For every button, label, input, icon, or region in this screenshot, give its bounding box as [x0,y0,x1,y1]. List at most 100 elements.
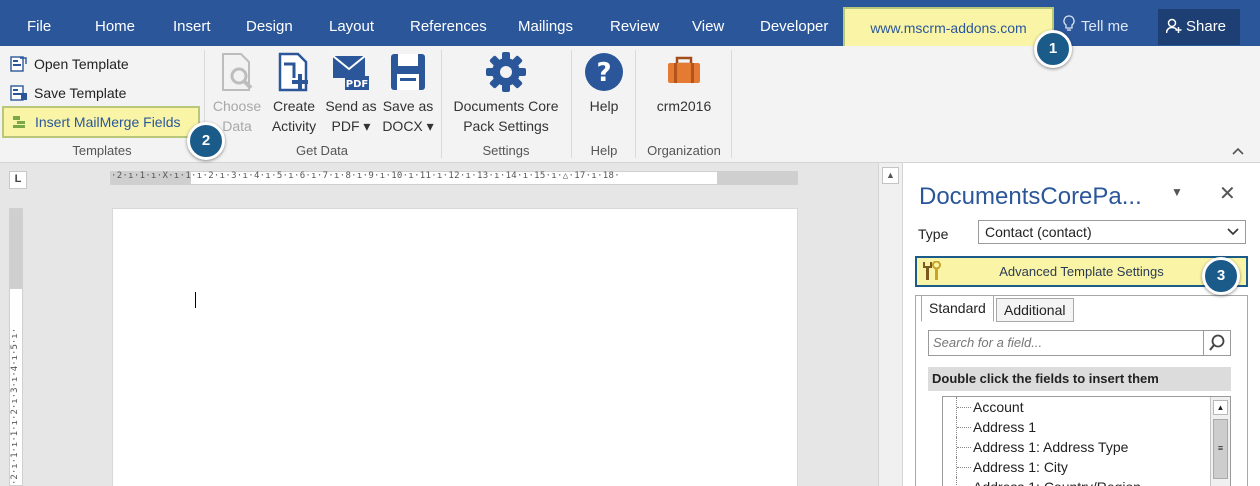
chevron-down-icon [1227,221,1239,250]
document-page[interactable] [112,208,798,486]
choose-data-label-1: Choose [212,98,262,114]
tab-mailings[interactable]: Mailings [518,0,573,46]
open-template-button[interactable]: Open Template [10,52,129,76]
insert-fields-icon [13,116,25,128]
tab-standard[interactable]: Standard [921,295,994,322]
tree-item[interactable]: Address 1: City [943,457,1230,477]
create-activity-button[interactable]: Create Activity [266,50,322,136]
open-template-icon [10,56,27,72]
tab-view[interactable]: View [692,0,724,46]
callout-badge-2: 2 [187,122,225,160]
save-as-docx-label-1: Save as [382,98,434,114]
tab-home[interactable]: Home [95,0,135,46]
tab-layout[interactable]: Layout [329,0,374,46]
advanced-template-settings-button[interactable]: Advanced Template Settings [915,256,1248,287]
create-activity-label-1: Create [272,98,316,114]
horizontal-ruler-ticks: ·2·ı·1·ı·X·ı·1·ı·2·ı·3·ı·4·ı·5·ı·6·ı·7·ı… [111,171,620,181]
send-as-pdf-label-1: Send as [325,98,377,114]
vertical-ruler[interactable]: ·2·ı·1·ı·1·ı·2·ı·3·ı·4·ı·5·ı· [9,208,23,486]
crm2016-label: crm2016 [656,98,712,114]
gear-icon [486,52,526,92]
group-label-settings: Settings [482,143,530,158]
collapse-ribbon-chevron-icon[interactable] [1232,143,1244,158]
field-tree: Account Address 1 Address 1: Address Typ… [942,396,1231,486]
ribbon-separator [571,50,572,158]
save-as-docx-button[interactable]: Save as DOCX ▾ [380,50,436,136]
ribbon-separator [441,50,442,158]
field-search-input[interactable]: Search for a field... [928,330,1204,356]
open-template-label: Open Template [34,56,129,72]
tab-design[interactable]: Design [246,0,293,46]
tab-references[interactable]: References [410,0,487,46]
tab-insert[interactable]: Insert [173,0,211,46]
scrollbar-thumb[interactable]: ≡ [1213,419,1228,479]
tell-me-label: Tell me [1081,18,1129,35]
documents-core-pack-settings-button[interactable]: Documents Core Pack Settings [446,50,566,136]
tab-file[interactable]: File [27,0,51,46]
ribbon-separator [635,50,636,158]
document-area: L ·2·ı·1·ı·X·ı·1·ı·2·ı·3·ı·4·ı·5·ı·6·ı·7… [0,163,878,486]
field-tabs-panel: Standard Additional Search for a field..… [915,295,1248,486]
tab-additional[interactable]: Additional [996,298,1074,322]
pane-title: DocumentsCorePa... [919,183,1142,210]
vertical-ruler-ticks: ·2·ı·1·ı·1·ı·2·ı·3·ı·4·ı·5·ı· [10,327,20,485]
save-template-icon [10,85,27,101]
type-label: Type [918,226,949,242]
insert-hint: Double click the fields to insert them [928,367,1231,391]
tree-item[interactable]: Address 1: Country/Region [943,477,1230,486]
callout-badge-3: 3 [1202,257,1240,295]
tab-developer[interactable]: Developer [760,0,828,46]
choose-data-icon [222,53,253,91]
documents-core-pack-pane: DocumentsCorePa... ▼ ✕ Type Contact (con… [902,163,1260,486]
person-add-icon [1165,18,1182,34]
send-as-pdf-button[interactable]: PDF Send as PDF ▾ [322,50,380,136]
send-as-pdf-label-2: PDF ▾ [331,118,371,134]
insert-mailmerge-label: Insert MailMerge Fields [35,114,181,130]
create-activity-label-2: Activity [271,118,317,134]
tab-review[interactable]: Review [610,0,659,46]
advanced-template-settings-label: Advanced Template Settings [999,264,1164,279]
scroll-up-arrow-icon[interactable]: ▲ [1213,400,1228,415]
horizontal-ruler[interactable]: ·2·ı·1·ı·X·ı·1·ı·2·ı·3·ı·4·ı·5·ı·6·ı·7·ı… [110,171,798,185]
save-template-label: Save Template [34,85,127,101]
create-activity-icon [278,52,308,92]
choose-data-button[interactable]: Choose Data [209,50,265,136]
tree-item[interactable]: Address 1 [943,417,1230,437]
tools-icon [923,260,941,290]
search-icon[interactable] [1204,330,1231,356]
insert-mailmerge-fields-button[interactable]: Insert MailMerge Fields [2,106,200,138]
group-label-templates: Templates [72,143,132,158]
document-scrollbar[interactable]: ▲ [878,163,902,486]
share-label: Share [1186,18,1227,35]
briefcase-icon [668,56,700,83]
save-as-docx-label-2: DOCX ▾ [382,118,434,134]
tab-selector[interactable]: L [9,171,27,189]
svg-text:?: ? [596,58,611,88]
save-template-button[interactable]: Save Template [10,81,126,105]
svg-text:PDF: PDF [346,79,368,90]
tell-me-search[interactable]: Tell me [1063,0,1129,46]
type-select-value: Contact (contact) [985,224,1092,240]
callout-badge-1: 1 [1034,30,1072,68]
group-label-help: Help [590,143,618,158]
type-select[interactable]: Contact (contact) [978,220,1246,244]
tree-item[interactable]: Account [943,397,1230,417]
field-list-scrollbar[interactable]: ▲ ≡ [1210,397,1230,486]
question-mark-icon: ? [585,53,623,91]
tab-mscrm-addons[interactable]: www.mscrm-addons.com [843,7,1054,49]
share-button[interactable]: Share [1158,9,1240,45]
ribbon-separator [731,50,732,158]
group-label-get-data: Get Data [295,143,349,158]
scroll-up-arrow-icon[interactable]: ▲ [882,167,899,184]
settings-label-1: Documents Core [453,98,559,114]
settings-label-2: Pack Settings [463,118,549,134]
close-icon[interactable]: ✕ [1219,181,1236,206]
help-label: Help [589,98,619,114]
pane-options-caret-icon[interactable]: ▼ [1171,185,1183,199]
help-button[interactable]: ? Help [576,50,632,116]
tree-item[interactable]: Address 1: Address Type [943,437,1230,457]
crm2016-button[interactable]: crm2016 [640,50,728,116]
pdf-envelope-icon: PDF [332,55,369,90]
text-cursor [195,292,196,308]
ribbon-tab-bar: File Home Insert Design Layout Reference… [0,0,1260,49]
